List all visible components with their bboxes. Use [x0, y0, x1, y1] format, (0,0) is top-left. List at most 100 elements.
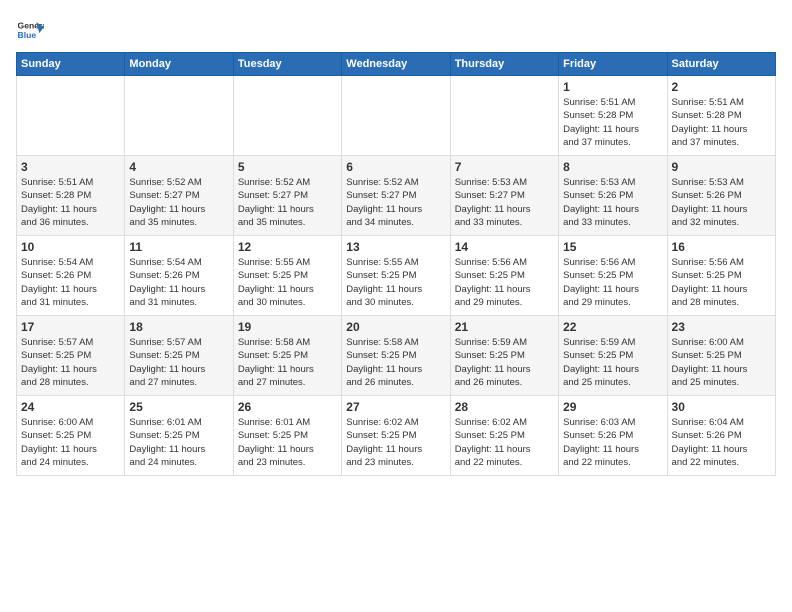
day-info: Sunrise: 5:58 AM Sunset: 5:25 PM Dayligh… — [346, 336, 445, 389]
day-info: Sunrise: 5:59 AM Sunset: 5:25 PM Dayligh… — [455, 336, 554, 389]
weekday-header: Wednesday — [342, 53, 450, 76]
day-info: Sunrise: 5:54 AM Sunset: 5:26 PM Dayligh… — [21, 256, 120, 309]
day-info: Sunrise: 6:04 AM Sunset: 5:26 PM Dayligh… — [672, 416, 771, 469]
calendar-week-row: 1 Sunrise: 5:51 AM Sunset: 5:28 PM Daylig… — [17, 76, 776, 156]
calendar-cell: 6 Sunrise: 5:52 AM Sunset: 5:27 PM Daylig… — [342, 156, 450, 236]
day-number: 15 — [563, 240, 662, 254]
calendar-cell: 23 Sunrise: 6:00 AM Sunset: 5:25 PM Dayli… — [667, 316, 775, 396]
calendar-cell: 8 Sunrise: 5:53 AM Sunset: 5:26 PM Daylig… — [559, 156, 667, 236]
day-info: Sunrise: 6:02 AM Sunset: 5:25 PM Dayligh… — [455, 416, 554, 469]
calendar-cell: 12 Sunrise: 5:55 AM Sunset: 5:25 PM Dayli… — [233, 236, 341, 316]
day-info: Sunrise: 5:55 AM Sunset: 5:25 PM Dayligh… — [346, 256, 445, 309]
calendar-table: SundayMondayTuesdayWednesdayThursdayFrid… — [16, 52, 776, 476]
weekday-header: Saturday — [667, 53, 775, 76]
calendar-cell — [125, 76, 233, 156]
day-number: 1 — [563, 80, 662, 94]
day-info: Sunrise: 5:58 AM Sunset: 5:25 PM Dayligh… — [238, 336, 337, 389]
calendar-cell: 3Sunrise: 5:51 AM Sunset: 5:28 PM Daylig… — [17, 156, 125, 236]
calendar-cell: 11 Sunrise: 5:54 AM Sunset: 5:26 PM Dayli… — [125, 236, 233, 316]
day-info: Sunrise: 6:01 AM Sunset: 5:25 PM Dayligh… — [238, 416, 337, 469]
day-info: Sunrise: 5:51 AM Sunset: 5:28 PM Dayligh… — [21, 176, 120, 229]
day-info: Sunrise: 5:54 AM Sunset: 5:26 PM Dayligh… — [129, 256, 228, 309]
day-info: Sunrise: 6:03 AM Sunset: 5:26 PM Dayligh… — [563, 416, 662, 469]
day-number: 30 — [672, 400, 771, 414]
weekday-header: Thursday — [450, 53, 558, 76]
day-number: 16 — [672, 240, 771, 254]
day-number: 8 — [563, 160, 662, 174]
logo-icon: General Blue — [16, 16, 44, 44]
day-number: 19 — [238, 320, 337, 334]
day-number: 23 — [672, 320, 771, 334]
weekday-header: Friday — [559, 53, 667, 76]
calendar-cell: 26 Sunrise: 6:01 AM Sunset: 5:25 PM Dayli… — [233, 396, 341, 476]
calendar-cell: 28 Sunrise: 6:02 AM Sunset: 5:25 PM Dayli… — [450, 396, 558, 476]
calendar-cell: 13Sunrise: 5:55 AM Sunset: 5:25 PM Dayli… — [342, 236, 450, 316]
calendar-cell: 24 Sunrise: 6:00 AM Sunset: 5:25 PM Dayli… — [17, 396, 125, 476]
day-number: 6 — [346, 160, 445, 174]
calendar-cell: 27Sunrise: 6:02 AM Sunset: 5:25 PM Dayli… — [342, 396, 450, 476]
calendar-cell: 15Sunrise: 5:56 AM Sunset: 5:25 PM Dayli… — [559, 236, 667, 316]
day-number: 24 — [21, 400, 120, 414]
day-info: Sunrise: 5:53 AM Sunset: 5:27 PM Dayligh… — [455, 176, 554, 229]
calendar-week-row: 3Sunrise: 5:51 AM Sunset: 5:28 PM Daylig… — [17, 156, 776, 236]
day-info: Sunrise: 5:51 AM Sunset: 5:28 PM Dayligh… — [672, 96, 771, 149]
day-number: 7 — [455, 160, 554, 174]
calendar-cell: 25 Sunrise: 6:01 AM Sunset: 5:25 PM Dayli… — [125, 396, 233, 476]
calendar-week-row: 10 Sunrise: 5:54 AM Sunset: 5:26 PM Dayli… — [17, 236, 776, 316]
day-number: 11 — [129, 240, 228, 254]
calendar-cell — [450, 76, 558, 156]
calendar-cell: 19 Sunrise: 5:58 AM Sunset: 5:25 PM Dayli… — [233, 316, 341, 396]
weekday-header: Monday — [125, 53, 233, 76]
day-number: 22 — [563, 320, 662, 334]
day-number: 26 — [238, 400, 337, 414]
day-number: 18 — [129, 320, 228, 334]
day-info: Sunrise: 5:52 AM Sunset: 5:27 PM Dayligh… — [129, 176, 228, 229]
day-number: 17 — [21, 320, 120, 334]
calendar-cell — [17, 76, 125, 156]
day-info: Sunrise: 6:02 AM Sunset: 5:25 PM Dayligh… — [346, 416, 445, 469]
calendar-cell — [342, 76, 450, 156]
day-number: 12 — [238, 240, 337, 254]
day-number: 14 — [455, 240, 554, 254]
day-info: Sunrise: 5:53 AM Sunset: 5:26 PM Dayligh… — [672, 176, 771, 229]
calendar-cell: 30 Sunrise: 6:04 AM Sunset: 5:26 PM Dayli… — [667, 396, 775, 476]
day-info: Sunrise: 6:00 AM Sunset: 5:25 PM Dayligh… — [672, 336, 771, 389]
calendar-cell — [233, 76, 341, 156]
day-info: Sunrise: 5:52 AM Sunset: 5:27 PM Dayligh… — [238, 176, 337, 229]
calendar-cell: 29 Sunrise: 6:03 AM Sunset: 5:26 PM Dayli… — [559, 396, 667, 476]
day-info: Sunrise: 5:57 AM Sunset: 5:25 PM Dayligh… — [129, 336, 228, 389]
day-info: Sunrise: 5:52 AM Sunset: 5:27 PM Dayligh… — [346, 176, 445, 229]
day-number: 4 — [129, 160, 228, 174]
weekday-header: Sunday — [17, 53, 125, 76]
day-number: 10 — [21, 240, 120, 254]
calendar-cell: 5 Sunrise: 5:52 AM Sunset: 5:27 PM Daylig… — [233, 156, 341, 236]
day-info: Sunrise: 6:01 AM Sunset: 5:25 PM Dayligh… — [129, 416, 228, 469]
day-info: Sunrise: 5:56 AM Sunset: 5:25 PM Dayligh… — [455, 256, 554, 309]
day-info: Sunrise: 5:57 AM Sunset: 5:25 PM Dayligh… — [21, 336, 120, 389]
day-number: 9 — [672, 160, 771, 174]
calendar-cell: 7 Sunrise: 5:53 AM Sunset: 5:27 PM Daylig… — [450, 156, 558, 236]
calendar-cell: 9 Sunrise: 5:53 AM Sunset: 5:26 PM Daylig… — [667, 156, 775, 236]
day-number: 5 — [238, 160, 337, 174]
day-number: 28 — [455, 400, 554, 414]
calendar-week-row: 17 Sunrise: 5:57 AM Sunset: 5:25 PM Dayli… — [17, 316, 776, 396]
calendar-cell: 14 Sunrise: 5:56 AM Sunset: 5:25 PM Dayli… — [450, 236, 558, 316]
page-header: General Blue — [16, 16, 776, 44]
calendar-cell: 10 Sunrise: 5:54 AM Sunset: 5:26 PM Dayli… — [17, 236, 125, 316]
calendar-cell: 4 Sunrise: 5:52 AM Sunset: 5:27 PM Daylig… — [125, 156, 233, 236]
calendar-header: SundayMondayTuesdayWednesdayThursdayFrid… — [17, 53, 776, 76]
day-info: Sunrise: 5:53 AM Sunset: 5:26 PM Dayligh… — [563, 176, 662, 229]
svg-text:Blue: Blue — [18, 30, 37, 40]
calendar-cell: 1 Sunrise: 5:51 AM Sunset: 5:28 PM Daylig… — [559, 76, 667, 156]
day-info: Sunrise: 5:55 AM Sunset: 5:25 PM Dayligh… — [238, 256, 337, 309]
calendar-body: 1 Sunrise: 5:51 AM Sunset: 5:28 PM Daylig… — [17, 76, 776, 476]
weekday-header: Tuesday — [233, 53, 341, 76]
day-info: Sunrise: 5:51 AM Sunset: 5:28 PM Dayligh… — [563, 96, 662, 149]
calendar-cell: 16Sunrise: 5:56 AM Sunset: 5:25 PM Dayli… — [667, 236, 775, 316]
calendar-cell: 18 Sunrise: 5:57 AM Sunset: 5:25 PM Dayli… — [125, 316, 233, 396]
logo: General Blue — [16, 16, 44, 44]
day-number: 29 — [563, 400, 662, 414]
day-info: Sunrise: 6:00 AM Sunset: 5:25 PM Dayligh… — [21, 416, 120, 469]
calendar-cell: 17 Sunrise: 5:57 AM Sunset: 5:25 PM Dayli… — [17, 316, 125, 396]
day-number: 25 — [129, 400, 228, 414]
